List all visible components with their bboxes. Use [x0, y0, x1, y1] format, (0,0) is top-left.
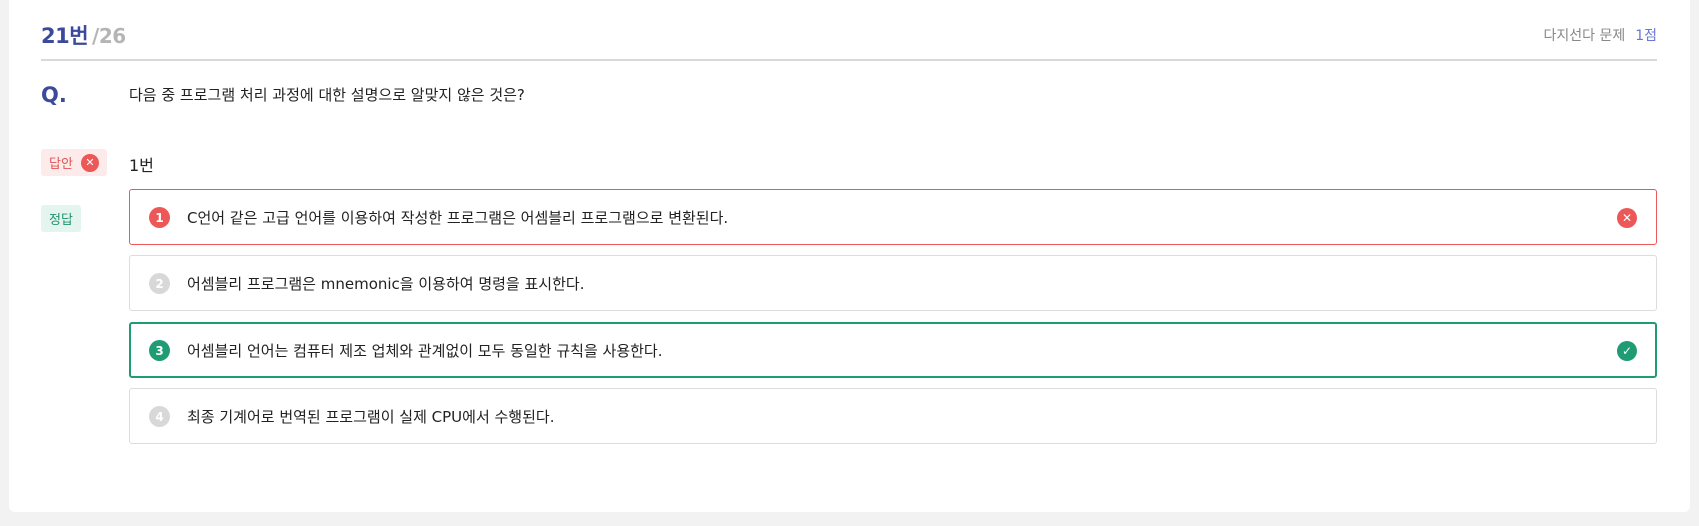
question-text: 다음 중 프로그램 처리 과정에 대한 설명으로 알맞지 않은 것은? [129, 86, 525, 104]
my-answer-label: 답안 [49, 157, 73, 172]
option-2[interactable]: 2 어셈블리 프로그램은 mnemonic을 이용하여 명령을 표시한다. [129, 255, 1657, 311]
option-3[interactable]: 3 어셈블리 언어는 컴퓨터 제조 업체와 관계없이 모두 동일한 규칙을 사용… [129, 322, 1657, 378]
option-number: 1 [149, 207, 170, 228]
question-points: 1점 [1635, 28, 1657, 44]
option-4[interactable]: 4 최종 기계어로 번역된 프로그램이 실제 CPU에서 수행된다. [129, 388, 1657, 444]
option-text: 어셈블리 프로그램은 mnemonic을 이용하여 명령을 표시한다. [187, 275, 585, 293]
option-text: 최종 기계어로 번역된 프로그램이 실제 CPU에서 수행된다. [187, 408, 555, 426]
my-answer-value: 1번 [129, 156, 154, 175]
correct-answer-badge: 정답 [41, 205, 81, 232]
option-number: 2 [149, 273, 170, 294]
question-card: 21번/26 다지선다 문제 1점 Q. 다음 중 프로그램 처리 과정에 대한 … [9, 0, 1690, 512]
x-circle-icon: ✕ [80, 153, 99, 172]
question-header: 21번/26 다지선다 문제 1점 [41, 0, 1657, 61]
x-circle-icon: ✕ [1617, 208, 1637, 228]
option-number: 4 [149, 406, 170, 427]
correct-answer-label: 정답 [49, 213, 73, 228]
my-answer-badge: 답안 ✕ [41, 149, 107, 176]
question-label: Q. [41, 83, 67, 107]
option-text: 어셈블리 언어는 컴퓨터 제조 업체와 관계없이 모두 동일한 규칙을 사용한다… [187, 342, 663, 360]
question-meta: 다지선다 문제 1점 [1543, 25, 1657, 45]
question-type: 다지선다 문제 [1543, 28, 1626, 44]
question-number-current: 21번 [41, 24, 89, 48]
question-number-total: /26 [92, 24, 126, 48]
option-number: 3 [149, 340, 170, 361]
question-number: 21번/26 [41, 20, 126, 50]
option-text: C언어 같은 고급 언어를 이용하여 작성한 프로그램은 어셈블리 프로그램으로… [187, 209, 729, 227]
check-circle-icon: ✓ [1617, 341, 1637, 361]
option-1[interactable]: 1 C언어 같은 고급 언어를 이용하여 작성한 프로그램은 어셈블리 프로그램… [129, 189, 1657, 245]
